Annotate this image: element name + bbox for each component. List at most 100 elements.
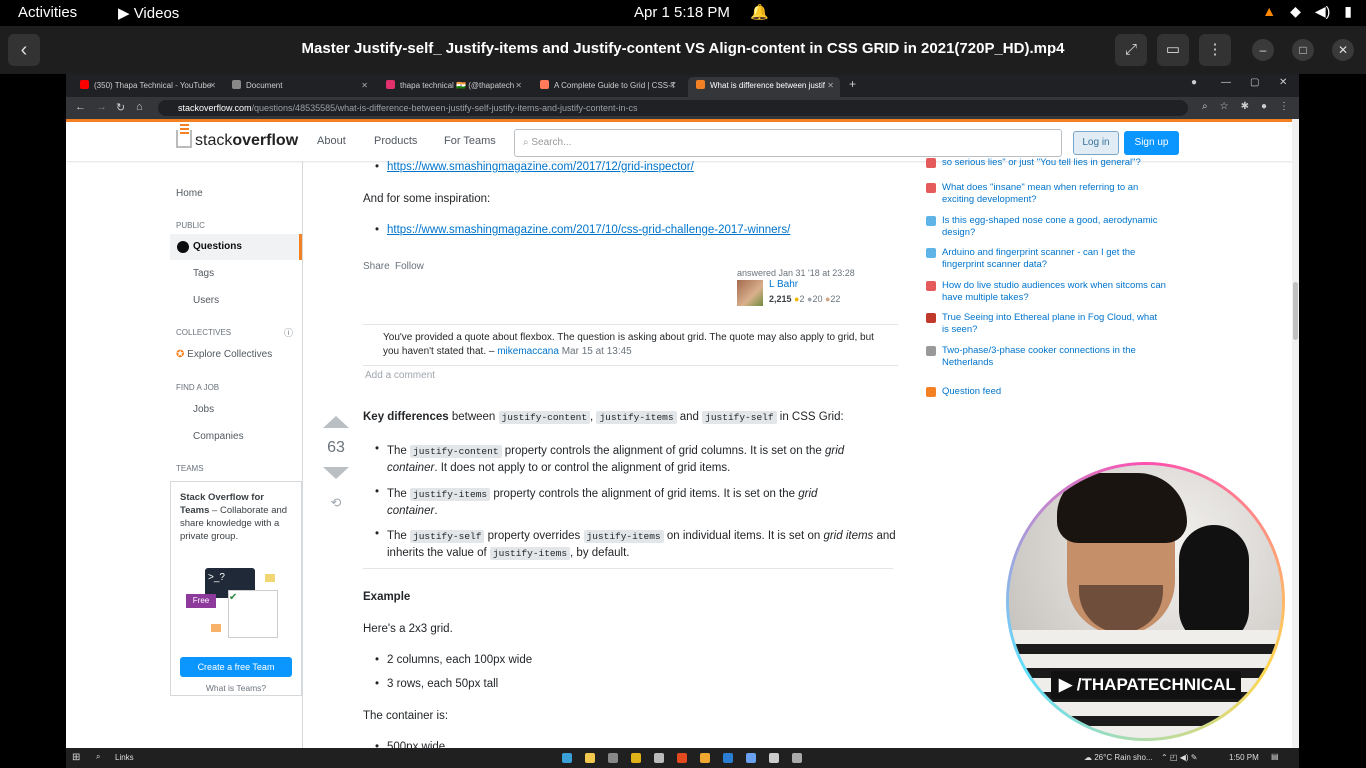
app-icon[interactable] bbox=[769, 753, 779, 763]
maximize-button[interactable]: ▢ bbox=[1250, 77, 1259, 88]
menu-button[interactable]: ⋮ bbox=[1199, 34, 1231, 66]
tray-icons[interactable]: ⌃ ◰ ◀) ✎ bbox=[1161, 753, 1197, 762]
hot-question-link[interactable]: so serious lies" or just "You tell lies … bbox=[926, 157, 1166, 169]
nav-explore-collectives[interactable]: ✪ Explore Collectives bbox=[176, 349, 272, 360]
login-button[interactable]: Log in bbox=[1073, 131, 1119, 155]
browser-tab[interactable]: A Complete Guide to Grid | CSS-T ✕ bbox=[532, 77, 682, 97]
close-tab-icon[interactable]: ✕ bbox=[669, 77, 676, 95]
more-icon[interactable]: ⋮ bbox=[1279, 101, 1289, 112]
office-icon[interactable] bbox=[677, 753, 687, 763]
upvote-button[interactable] bbox=[323, 416, 349, 428]
close-tab-icon[interactable]: ✕ bbox=[209, 77, 216, 95]
downvote-button[interactable] bbox=[323, 467, 349, 479]
hot-question-link[interactable]: True Seeing into Ethereal plane in Fog C… bbox=[926, 312, 1166, 336]
minimize-button[interactable]: – bbox=[1252, 39, 1274, 61]
avatar[interactable]: ● bbox=[1261, 101, 1267, 112]
app-icon[interactable] bbox=[700, 753, 710, 763]
close-button[interactable]: ✕ bbox=[1332, 39, 1354, 61]
vscode-icon[interactable] bbox=[723, 753, 733, 763]
nav-users[interactable]: Users bbox=[193, 295, 219, 306]
question-feed-link[interactable]: Question feed bbox=[926, 386, 1166, 398]
add-comment-link[interactable]: Add a comment bbox=[365, 370, 435, 381]
fullscreen-button[interactable]: ⤢ bbox=[1115, 34, 1147, 66]
microphone-icon[interactable] bbox=[792, 753, 802, 763]
info-icon[interactable]: ⓘ bbox=[284, 326, 293, 339]
site-icon bbox=[926, 313, 936, 323]
app-menu-videos[interactable]: ▶ Videos bbox=[118, 4, 179, 22]
nav-for-teams[interactable]: For Teams bbox=[444, 135, 496, 147]
scrollbar-thumb[interactable] bbox=[1293, 282, 1298, 340]
bell-icon[interactable]: 🔔 bbox=[750, 3, 769, 21]
stackoverflow-logo[interactable]: stackoverflow bbox=[176, 130, 298, 150]
taskbar-clock[interactable]: 1:50 PM bbox=[1229, 753, 1259, 762]
page-scrollbar[interactable] bbox=[1292, 119, 1299, 759]
close-tab-icon[interactable]: ✕ bbox=[827, 77, 834, 95]
stackoverflow-icon bbox=[696, 80, 705, 89]
app-icon[interactable] bbox=[654, 753, 664, 763]
signup-button[interactable]: Sign up bbox=[1124, 131, 1179, 155]
minimize-button[interactable]: — bbox=[1221, 77, 1231, 88]
nav-companies[interactable]: Companies bbox=[193, 431, 244, 442]
nav-home[interactable]: Home bbox=[176, 188, 203, 199]
browser-tab-active[interactable]: What is difference between justif ✕ bbox=[688, 77, 840, 97]
reload-icon[interactable]: ↻ bbox=[116, 101, 125, 114]
url-field[interactable]: stackoverflow.com/questions/48535585/wha… bbox=[158, 100, 1188, 116]
search-input[interactable]: ⌕ Search... bbox=[514, 129, 1062, 157]
hot-question-link[interactable]: What does "insane" mean when referring t… bbox=[926, 182, 1166, 206]
txt: . It does not apply to or control the al… bbox=[434, 462, 731, 474]
comment-author[interactable]: mikemaccana bbox=[497, 346, 559, 357]
hot-question-link[interactable]: Is this egg-shaped nose cone a good, aer… bbox=[926, 215, 1166, 239]
browser-tab[interactable]: Document ✕ bbox=[224, 77, 374, 97]
hot-question-link[interactable]: Arduino and fingerprint scanner - can I … bbox=[926, 247, 1166, 271]
zoom-icon[interactable]: ⌕ bbox=[1202, 101, 1208, 112]
link-grid-inspector[interactable]: https://www.smashingmagazine.com/2017/12… bbox=[387, 161, 694, 173]
profile-icon[interactable]: ● bbox=[1191, 77, 1197, 88]
windows-start-icon[interactable]: ⊞ bbox=[72, 752, 80, 763]
edge-icon[interactable] bbox=[562, 753, 572, 763]
link-grid-challenge[interactable]: https://www.smashingmagazine.com/2017/10… bbox=[387, 224, 790, 236]
close-tab-icon[interactable]: ✕ bbox=[515, 77, 522, 95]
browser-tab[interactable]: (350) Thapa Technical - YouTube ✕ bbox=[72, 77, 222, 97]
notification-icon[interactable]: ▤ bbox=[1271, 752, 1279, 761]
extensions-icon[interactable]: ✱ bbox=[1241, 101, 1249, 112]
forward-icon[interactable]: → bbox=[96, 101, 107, 113]
nav-tags[interactable]: Tags bbox=[193, 268, 214, 279]
grid-desc: Here's a 2x3 grid. bbox=[363, 623, 453, 635]
new-tab-button[interactable]: + bbox=[849, 77, 856, 91]
close-tab-icon[interactable]: ✕ bbox=[361, 77, 368, 95]
subtitles-button[interactable]: ▭ bbox=[1157, 34, 1189, 66]
what-is-teams-link[interactable]: What is Teams? bbox=[171, 682, 301, 695]
follow-link[interactable]: Follow bbox=[395, 261, 424, 272]
clock[interactable]: Apr 1 5:18 PM bbox=[634, 4, 730, 21]
share-link[interactable]: Share bbox=[363, 261, 390, 272]
nav-jobs[interactable]: Jobs bbox=[193, 404, 214, 415]
home-icon[interactable]: ⌂ bbox=[136, 101, 143, 113]
avatar[interactable] bbox=[737, 280, 763, 306]
activities-button[interactable]: Activities bbox=[18, 4, 77, 21]
app-icon[interactable] bbox=[608, 753, 618, 763]
search-icon[interactable]: ⌕ bbox=[96, 752, 100, 762]
site-icon bbox=[926, 158, 936, 168]
chrome-icon[interactable] bbox=[631, 753, 641, 763]
user-name-link[interactable]: L Bahr bbox=[769, 279, 798, 290]
upvote-icon bbox=[323, 416, 349, 428]
nav-about[interactable]: About bbox=[317, 135, 346, 147]
app-icon[interactable] bbox=[746, 753, 756, 763]
star-icon[interactable]: ☆ bbox=[1220, 101, 1229, 112]
weather-widget[interactable]: ☁ 26°C Rain sho... bbox=[1084, 753, 1153, 762]
history-icon[interactable]: ⟲ bbox=[323, 495, 349, 511]
back-icon[interactable]: ← bbox=[75, 101, 86, 113]
browser-tab[interactable]: thapa technical 🇮🇳 (@thapatech ✕ bbox=[378, 77, 528, 97]
system-tray[interactable]: ▲ ◆ ◀) ▮ bbox=[1262, 3, 1352, 20]
back-button[interactable]: ‹ bbox=[8, 34, 40, 66]
close-button[interactable]: ✕ bbox=[1279, 77, 1287, 88]
maximize-button[interactable]: □ bbox=[1292, 39, 1314, 61]
example-heading: Example bbox=[363, 591, 411, 603]
nav-questions[interactable]: Questions bbox=[170, 234, 302, 260]
nav-products[interactable]: Products bbox=[374, 135, 417, 147]
explorer-icon[interactable] bbox=[585, 753, 595, 763]
hot-question-link[interactable]: How do live studio audiences work when s… bbox=[926, 280, 1166, 304]
taskbar-search-label[interactable]: Links bbox=[115, 753, 134, 762]
create-team-button[interactable]: Create a free Team bbox=[180, 657, 292, 677]
hot-question-link[interactable]: Two-phase/3-phase cooker connections in … bbox=[926, 345, 1166, 369]
